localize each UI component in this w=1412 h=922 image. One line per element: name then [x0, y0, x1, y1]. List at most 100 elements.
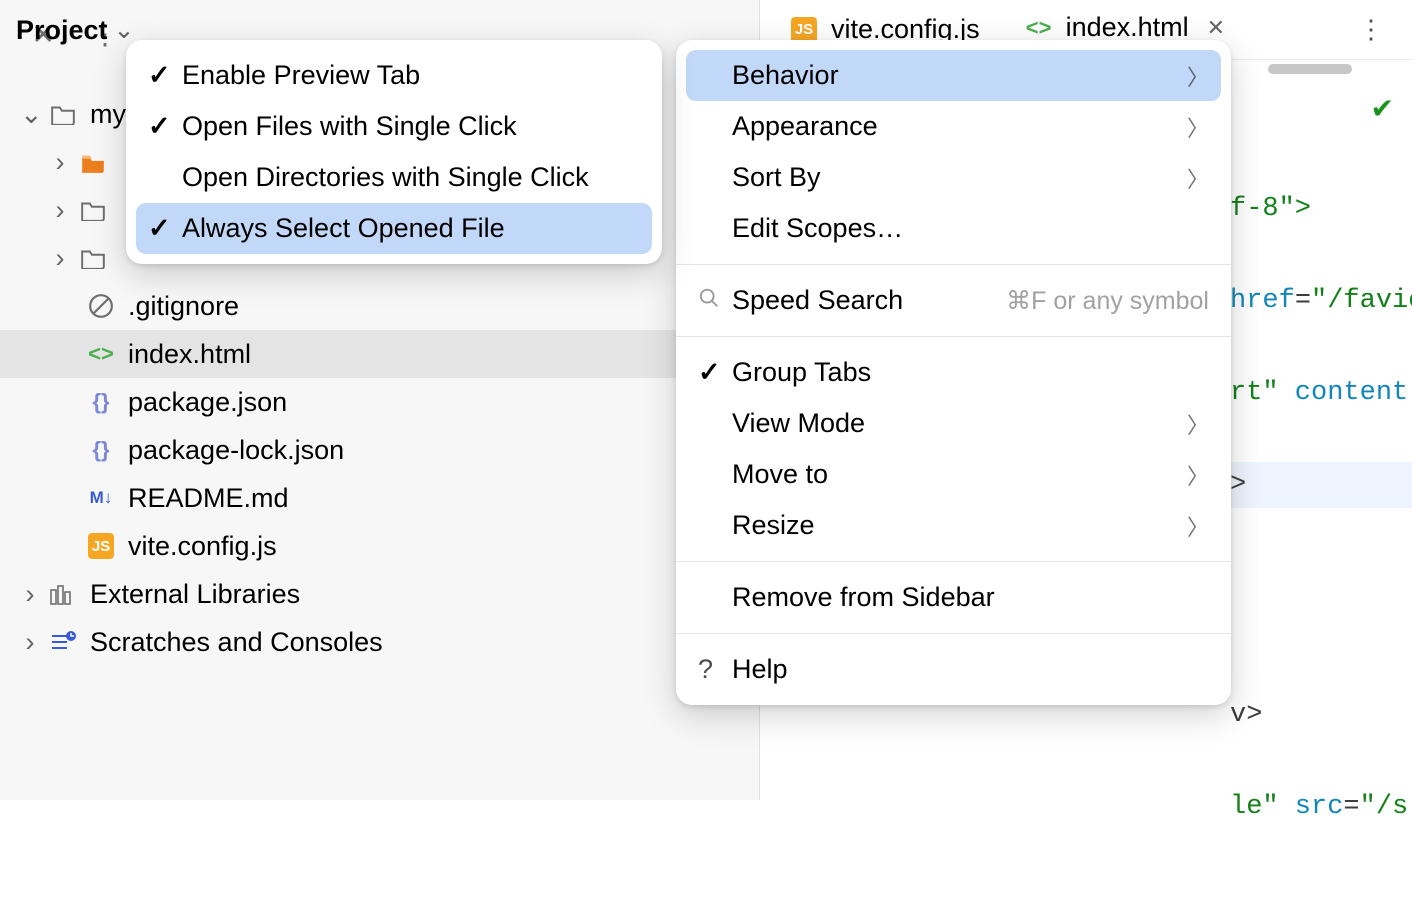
menu-label: Group Tabs	[732, 357, 1209, 388]
tree-label: my	[90, 99, 126, 130]
menu-label: Speed Search	[732, 285, 1006, 316]
menu-label: Open Files with Single Click	[182, 111, 640, 142]
tree-file-gitignore[interactable]: .gitignore	[0, 282, 759, 330]
folder-icon	[78, 195, 108, 225]
menu-item-appearance[interactable]: Appearance 〉	[676, 101, 1231, 152]
menu-item-edit-scopes[interactable]: Edit Scopes…	[676, 203, 1231, 254]
code-text: "/s	[1360, 792, 1409, 822]
menu-item-open-dirs[interactable]: Open Directories with Single Click	[126, 152, 662, 203]
code-text: src	[1279, 792, 1344, 822]
chevron-right-icon: ›	[20, 627, 40, 658]
code-text: rt"	[1230, 378, 1279, 408]
scrollbar-thumb[interactable]	[1268, 64, 1352, 74]
collapse-icon[interactable]: ✕	[32, 18, 55, 51]
chevron-right-icon: ›	[50, 195, 70, 226]
check-icon: ✓	[698, 357, 732, 388]
behavior-submenu: ✓ Enable Preview Tab ✓ Open Files with S…	[126, 40, 662, 264]
folder-icon	[78, 243, 108, 273]
menu-item-group-tabs[interactable]: ✓ Group Tabs	[676, 347, 1231, 398]
menu-label: View Mode	[732, 408, 1187, 439]
menu-item-behavior[interactable]: Behavior 〉	[686, 50, 1221, 101]
check-icon[interactable]: ✔	[1371, 92, 1394, 125]
chevron-right-icon: 〉	[1187, 459, 1209, 491]
tree-file-package-json[interactable]: {} package.json	[0, 378, 759, 426]
tree-label: Scratches and Consoles	[90, 627, 383, 658]
menu-label: Open Directories with Single Click	[182, 162, 640, 193]
shortcut-text: ⌘F or any symbol	[1006, 286, 1209, 316]
libraries-icon	[48, 579, 78, 609]
more-icon[interactable]: ⋮	[91, 18, 119, 51]
ignore-icon	[86, 291, 116, 321]
markdown-icon: M↓	[86, 483, 116, 513]
menu-label: Sort By	[732, 162, 1187, 193]
toolbar-icons: ◎ ⌃ ✕ ⋮	[0, 18, 119, 51]
chevron-right-icon: ›	[50, 147, 70, 178]
check-icon: ✓	[148, 60, 182, 91]
menu-label: Remove from Sidebar	[732, 582, 1209, 613]
check-icon: ✓	[148, 213, 182, 244]
menu-item-resize[interactable]: Resize 〉	[676, 500, 1231, 551]
menu-item-open-files[interactable]: ✓ Open Files with Single Click	[126, 101, 662, 152]
tree-label: index.html	[128, 339, 251, 370]
code-text: le"	[1230, 792, 1279, 822]
tree-label: External Libraries	[90, 579, 300, 610]
tree-scratches[interactable]: › Scratches and Consoles	[0, 618, 759, 666]
menu-item-sort-by[interactable]: Sort By 〉	[676, 152, 1231, 203]
menu-label: Resize	[732, 510, 1187, 541]
menu-item-enable-preview[interactable]: ✓ Enable Preview Tab	[126, 50, 662, 101]
code-text: >	[1230, 470, 1246, 500]
tree-label: package-lock.json	[128, 435, 344, 466]
tree-label: package.json	[128, 387, 287, 418]
separator	[676, 336, 1231, 337]
menu-label: Edit Scopes…	[732, 213, 1209, 244]
menu-label: Help	[732, 654, 1209, 685]
menu-item-remove[interactable]: Remove from Sidebar	[676, 572, 1231, 623]
chevron-right-icon: 〉	[1187, 60, 1209, 92]
tree-file-package-lock[interactable]: {} package-lock.json	[0, 426, 759, 474]
tab-label: index.html	[1066, 12, 1189, 43]
chevron-right-icon: 〉	[1187, 111, 1209, 143]
menu-label: Move to	[732, 459, 1187, 490]
menu-item-always-select[interactable]: ✓ Always Select Opened File	[136, 203, 652, 254]
menu-item-move-to[interactable]: Move to 〉	[676, 449, 1231, 500]
separator	[676, 561, 1231, 562]
tree-label: vite.config.js	[128, 531, 277, 562]
menu-label: Enable Preview Tab	[182, 60, 640, 91]
chevron-right-icon: ›	[50, 243, 70, 274]
menu-item-view-mode[interactable]: View Mode 〉	[676, 398, 1231, 449]
tree-file-vite-config[interactable]: JS vite.config.js	[0, 522, 759, 570]
more-icon[interactable]: ⋮	[1358, 14, 1384, 45]
menu-item-help[interactable]: ? Help	[676, 644, 1231, 695]
help-icon: ?	[698, 654, 732, 685]
tree-file-index-html[interactable]: <> index.html	[0, 330, 759, 378]
scratches-icon	[48, 627, 78, 657]
code-text: f-8">	[1230, 194, 1311, 224]
tree-label: README.md	[128, 483, 289, 514]
chevron-right-icon: 〉	[1187, 162, 1209, 194]
tree-label: .gitignore	[128, 291, 239, 322]
tree-file-readme[interactable]: M↓ README.md	[0, 474, 759, 522]
chevron-right-icon: 〉	[1187, 510, 1209, 542]
chevron-right-icon: ›	[20, 579, 40, 610]
code-text: href	[1230, 286, 1295, 316]
close-icon[interactable]: ✕	[1207, 15, 1225, 41]
options-menu: Behavior 〉 Appearance 〉 Sort By 〉 Edit S…	[676, 40, 1231, 705]
menu-label: Behavior	[732, 60, 1187, 91]
folder-icon	[48, 99, 78, 129]
html-icon: <>	[86, 339, 116, 369]
chevron-right-icon: 〉	[1187, 408, 1209, 440]
separator	[676, 633, 1231, 634]
js-icon: JS	[86, 531, 116, 561]
html-icon: <>	[1024, 13, 1054, 43]
code-text: "/favic	[1311, 286, 1412, 316]
json-icon: {}	[86, 435, 116, 465]
separator	[676, 264, 1231, 265]
menu-label: Always Select Opened File	[182, 213, 640, 244]
code-text: content	[1279, 378, 1409, 408]
chevron-down-icon: ⌄	[20, 99, 40, 130]
menu-item-speed-search[interactable]: Speed Search ⌘F or any symbol	[676, 275, 1231, 326]
search-icon	[698, 285, 732, 316]
tree-external-libraries[interactable]: › External Libraries	[0, 570, 759, 618]
code-text: v>	[1230, 700, 1262, 730]
check-icon: ✓	[148, 111, 182, 142]
